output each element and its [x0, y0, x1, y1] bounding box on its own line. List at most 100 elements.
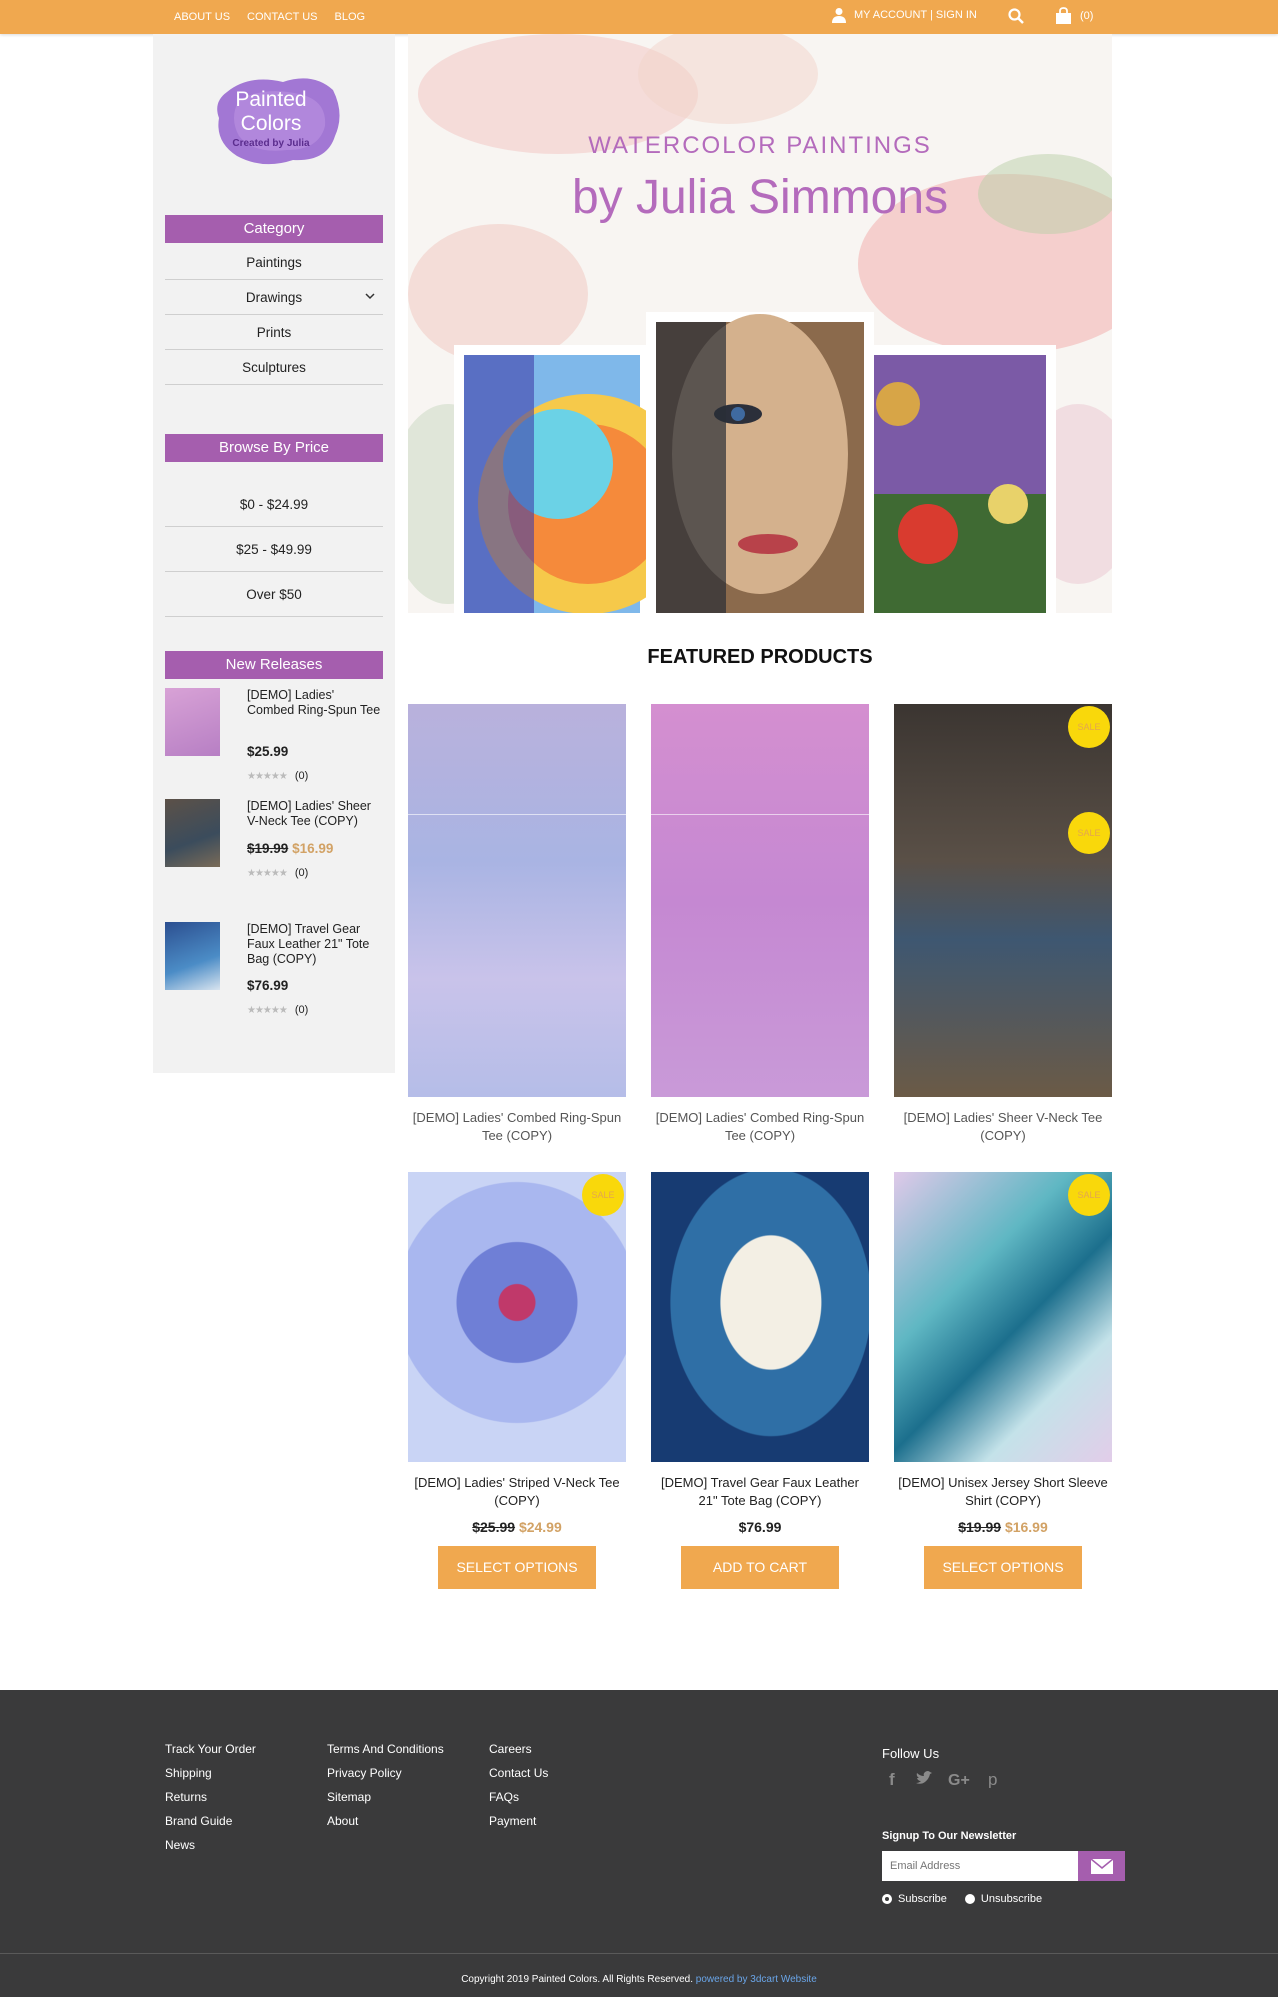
chevron-down-icon[interactable] — [365, 291, 375, 301]
svg-text:f: f — [889, 1770, 895, 1788]
svg-text:Colors: Colors — [241, 112, 302, 135]
product-thumbnail[interactable] — [165, 922, 220, 990]
category-paintings[interactable]: Paintings — [165, 245, 383, 280]
newsletter-email-input[interactable] — [882, 1851, 1078, 1881]
product-title[interactable]: [DEMO] Ladies' Combed Ring-Spun Tee — [247, 688, 383, 718]
product-image[interactable]: SALE — [408, 1172, 626, 1462]
rating: ★★★★★ (0) — [247, 867, 308, 879]
price-range-over-50[interactable]: Over $50 — [165, 572, 383, 617]
featured-products-title: FEATURED PRODUCTS — [647, 646, 873, 668]
facebook-icon[interactable]: f — [886, 1770, 900, 1788]
google-plus-icon[interactable]: G+ — [948, 1770, 972, 1788]
select-options-button[interactable]: SELECT OPTIONS — [438, 1546, 596, 1589]
product-title[interactable]: [DEMO] Ladies' Sheer V-Neck Tee (COPY) — [247, 799, 383, 829]
product-price: $76.99 — [738, 1519, 782, 1535]
careers-link[interactable]: Careers — [489, 1742, 548, 1756]
new-release-item[interactable]: [DEMO] Ladies' Combed Ring-Spun Tee $25.… — [165, 688, 383, 798]
product-image[interactable]: SALE SALE — [894, 704, 1112, 1097]
footer-column-2: Terms And Conditions Privacy Policy Site… — [327, 1742, 444, 1828]
blog-link[interactable]: BLOG — [335, 11, 366, 23]
terms-link[interactable]: Terms And Conditions — [327, 1742, 444, 1756]
pinterest-icon[interactable]: p — [987, 1770, 1001, 1788]
newsletter-submit-button[interactable] — [1078, 1851, 1125, 1881]
sale-price: $16.99 — [1004, 1519, 1048, 1535]
returns-link[interactable]: Returns — [165, 1790, 256, 1804]
review-count: (0) — [294, 770, 309, 782]
account-link[interactable]: MY ACCOUNT | SIGN IN — [832, 7, 977, 23]
product-image[interactable] — [651, 704, 869, 1097]
old-price: $25.99 — [472, 1519, 516, 1535]
contact-us-footer-link[interactable]: Contact Us — [489, 1766, 548, 1780]
shipping-link[interactable]: Shipping — [165, 1766, 256, 1780]
product-thumbnail[interactable] — [165, 799, 220, 867]
image-divider — [651, 814, 869, 815]
product-name[interactable]: [DEMO] Ladies' Combed Ring-Spun Tee (COP… — [651, 1109, 869, 1145]
faqs-link[interactable]: FAQs — [489, 1790, 548, 1804]
rating: ★★★★★ (0) — [247, 770, 308, 782]
product-name[interactable]: [DEMO] Travel Gear Faux Leather 21" Tote… — [651, 1474, 869, 1510]
product-name[interactable]: [DEMO] Ladies' Sheer V-Neck Tee (COPY) — [894, 1109, 1112, 1145]
radio-label: Subscribe — [898, 1893, 947, 1905]
product-name[interactable]: [DEMO] Ladies' Striped V-Neck Tee (COPY) — [408, 1474, 626, 1510]
product-thumbnail[interactable] — [165, 688, 220, 756]
svg-text:Painted: Painted — [235, 88, 306, 111]
contact-us-link[interactable]: CONTACT US — [247, 11, 318, 23]
product-card[interactable]: SALE [DEMO] Ladies' Striped V-Neck Tee (… — [408, 1172, 626, 1589]
product-card[interactable]: SALE [DEMO] Unisex Jersey Short Sleeve S… — [894, 1172, 1112, 1589]
product-price: $25.99 — [247, 744, 289, 759]
privacy-policy-link[interactable]: Privacy Policy — [327, 1766, 444, 1780]
new-releases-heading: New Releases — [165, 651, 383, 679]
product-name[interactable]: [DEMO] Ladies' Combed Ring-Spun Tee (COP… — [408, 1109, 626, 1145]
site-logo[interactable]: Painted Colors Created by Julia — [209, 70, 345, 170]
svg-text:G+: G+ — [948, 1772, 970, 1788]
new-release-item[interactable]: [DEMO] Ladies' Sheer V-Neck Tee (COPY) $… — [165, 799, 383, 909]
product-image[interactable]: SALE — [894, 1172, 1112, 1462]
about-us-link[interactable]: ABOUT US — [174, 11, 230, 23]
payment-link[interactable]: Payment — [489, 1814, 548, 1828]
search-button[interactable] — [1008, 8, 1024, 29]
unsubscribe-radio[interactable]: Unsubscribe — [964, 1893, 1042, 1905]
product-title[interactable]: [DEMO] Travel Gear Faux Leather 21" Tote… — [247, 922, 383, 967]
subscribe-radio[interactable]: Subscribe — [882, 1893, 947, 1905]
sale-badge: SALE — [1068, 812, 1110, 854]
cart-button[interactable]: (0) — [1055, 7, 1093, 24]
add-to-cart-button[interactable]: ADD TO CART — [681, 1546, 839, 1589]
powered-by-link[interactable]: powered by 3dcart Website — [696, 1974, 817, 1985]
sidebar: Painted Colors Created by Julia Category… — [153, 34, 395, 1073]
price-range-25-50[interactable]: $25 - $49.99 — [165, 527, 383, 572]
category-prints[interactable]: Prints — [165, 315, 383, 350]
news-link[interactable]: News — [165, 1838, 256, 1852]
select-options-button[interactable]: SELECT OPTIONS — [924, 1546, 1082, 1589]
product-image[interactable] — [651, 1172, 869, 1462]
category-drawings[interactable]: Drawings — [165, 280, 383, 315]
price-range-label: $0 - $24.99 — [239, 496, 309, 512]
old-price: $19.99 — [247, 841, 289, 856]
image-divider — [408, 814, 626, 815]
track-order-link[interactable]: Track Your Order — [165, 1742, 256, 1756]
category-label: Drawings — [245, 289, 303, 305]
product-card[interactable]: [DEMO] Ladies' Combed Ring-Spun Tee (COP… — [651, 704, 869, 1145]
price-list: $0 - $24.99 $25 - $49.99 Over $50 — [165, 482, 383, 617]
sitemap-link[interactable]: Sitemap — [327, 1790, 444, 1804]
product-card[interactable]: [DEMO] Travel Gear Faux Leather 21" Tote… — [651, 1172, 869, 1589]
old-price: $19.99 — [958, 1519, 1002, 1535]
product-card[interactable]: SALE SALE [DEMO] Ladies' Sheer V-Neck Te… — [894, 704, 1112, 1145]
review-count: (0) — [294, 867, 309, 879]
shopping-bag-icon — [1056, 7, 1071, 24]
product-name[interactable]: [DEMO] Unisex Jersey Short Sleeve Shirt … — [894, 1474, 1112, 1510]
product-card[interactable]: [DEMO] Ladies' Combed Ring-Spun Tee (COP… — [408, 704, 626, 1145]
category-sculptures[interactable]: Sculptures — [165, 350, 383, 385]
new-release-item[interactable]: [DEMO] Travel Gear Faux Leather 21" Tote… — [165, 922, 383, 1032]
star-rating-icon: ★★★★★ — [247, 770, 288, 782]
brand-guide-link[interactable]: Brand Guide — [165, 1814, 256, 1828]
search-icon — [1008, 8, 1024, 24]
sale-badge: SALE — [1068, 1174, 1110, 1216]
product-price: $19.99 $16.99 — [247, 841, 333, 856]
twitter-icon[interactable] — [915, 1770, 933, 1788]
about-link[interactable]: About — [327, 1814, 444, 1828]
footer-divider — [0, 1953, 1278, 1954]
product-price: $25.99 $24.99 — [408, 1519, 626, 1535]
hero-banner[interactable]: WATERCOLOR PAINTINGS by Julia Simmons — [408, 34, 1112, 613]
price-range-0-25[interactable]: $0 - $24.99 — [165, 482, 383, 527]
product-image[interactable] — [408, 704, 626, 1097]
